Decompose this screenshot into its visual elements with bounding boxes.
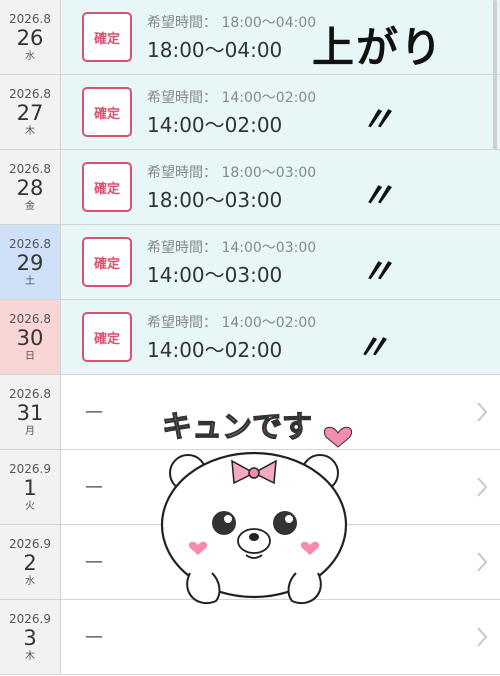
year-month: 2026.8 [9,236,51,251]
year-month: 2026.8 [9,86,51,101]
empty-dash: — [85,551,103,572]
date-cell: 2026.8 27 木 [0,75,61,149]
date-cell: 2026.8 28 金 [0,150,61,224]
year-month: 2026.9 [9,461,51,476]
schedule-row[interactable]: 2026.8 30 日確定 希望時間： 14:00〜02:00 14:00〜02:00 [0,300,500,375]
scrollbar[interactable] [493,0,497,150]
requested-time-value: 18:00〜04:00 [221,15,317,31]
empty-dash: — [85,401,103,422]
date-cell: 2026.8 29 土 [0,225,61,299]
sticker-text: キュンです [162,410,312,445]
ditto-mark: 〃 [360,252,394,292]
heart-icon [324,426,352,448]
day-number: 30 [16,325,44,350]
chevron-right-icon[interactable] [474,401,490,423]
weekday: 月 [25,425,35,437]
requested-time-label: 希望時間： [147,315,222,331]
requested-time-label: 希望時間： [147,240,222,256]
weekday: 水 [25,50,35,62]
year-month: 2026.9 [9,536,51,551]
year-month: 2026.9 [9,611,51,626]
weekday: 木 [25,650,35,662]
schedule-row[interactable]: 2026.8 27 木確定 希望時間： 14:00〜02:00 14:00〜02:00 [0,75,500,150]
requested-time-label: 希望時間： [147,90,222,106]
weekday: 木 [25,125,35,137]
requested-time: 希望時間： 18:00〜04:00 [147,12,316,32]
confirmed-badge: 確定 [82,312,132,362]
requested-time-label: 希望時間： [147,15,222,31]
empty-dash: — [85,476,103,497]
day-number: 1 [23,475,37,500]
date-cell: 2026.9 3 木 [0,600,61,674]
chevron-right-icon[interactable] [474,626,490,648]
requested-time: 希望時間： 18:00〜03:00 [147,162,316,182]
date-cell: 2026.9 1 火 [0,450,61,524]
weekday: 日 [25,350,35,362]
date-cell: 2026.8 26 水 [0,0,61,74]
weekday: 土 [25,275,35,287]
year-month: 2026.8 [9,11,51,26]
day-number: 2 [23,550,37,575]
day-number: 31 [16,400,44,425]
day-number: 28 [16,175,44,200]
weekday: 火 [25,500,35,512]
shift-time: 14:00〜02:00 [147,338,283,362]
requested-time-label: 希望時間： [147,165,222,181]
date-cell: 2026.8 30 日 [0,300,61,374]
ditto-mark: 〃 [360,100,394,140]
chevron-right-icon[interactable] [474,551,490,573]
day-number: 26 [16,25,44,50]
year-month: 2026.8 [9,161,51,176]
confirmed-badge: 確定 [82,12,132,62]
day-number: 29 [16,250,44,275]
confirmed-badge: 確定 [82,237,132,287]
ditto-mark: 〃 [355,328,389,368]
year-month: 2026.8 [9,311,51,326]
shift-time: 18:00〜03:00 [147,188,283,212]
schedule-row[interactable]: 2026.8 28 金確定 希望時間： 18:00〜03:00 18:00〜03:00 [0,150,500,225]
day-number: 3 [23,625,37,650]
weekday: 金 [25,200,35,212]
confirmed-badge: 確定 [82,87,132,137]
day-number: 27 [16,100,44,125]
date-cell: 2026.9 2 水 [0,525,61,599]
shift-time: 14:00〜03:00 [147,263,283,287]
requested-time: 希望時間： 14:00〜03:00 [147,237,316,257]
shift-time: 14:00〜02:00 [147,113,283,137]
bear-sticker: キュンです [160,409,352,604]
requested-time-value: 14:00〜03:00 [221,240,317,256]
year-month: 2026.8 [9,386,51,401]
requested-time-value: 18:00〜03:00 [221,165,317,181]
confirmed-badge: 確定 [82,162,132,212]
shift-time: 18:00〜04:00 [147,38,283,62]
requested-time: 希望時間： 14:00〜02:00 [147,87,316,107]
weekday: 水 [25,575,35,587]
requested-time-value: 14:00〜02:00 [221,315,317,331]
chevron-right-icon[interactable] [474,476,490,498]
agari-handwriting: 上がり [312,23,445,72]
ditto-mark: 〃 [360,176,394,216]
requested-time-value: 14:00〜02:00 [221,90,317,106]
empty-dash: — [85,626,103,647]
requested-time: 希望時間： 14:00〜02:00 [147,312,316,332]
date-cell: 2026.8 31 月 [0,375,61,449]
schedule-row[interactable]: 2026.8 29 土確定 希望時間： 14:00〜03:00 14:00〜03:00 [0,225,500,300]
